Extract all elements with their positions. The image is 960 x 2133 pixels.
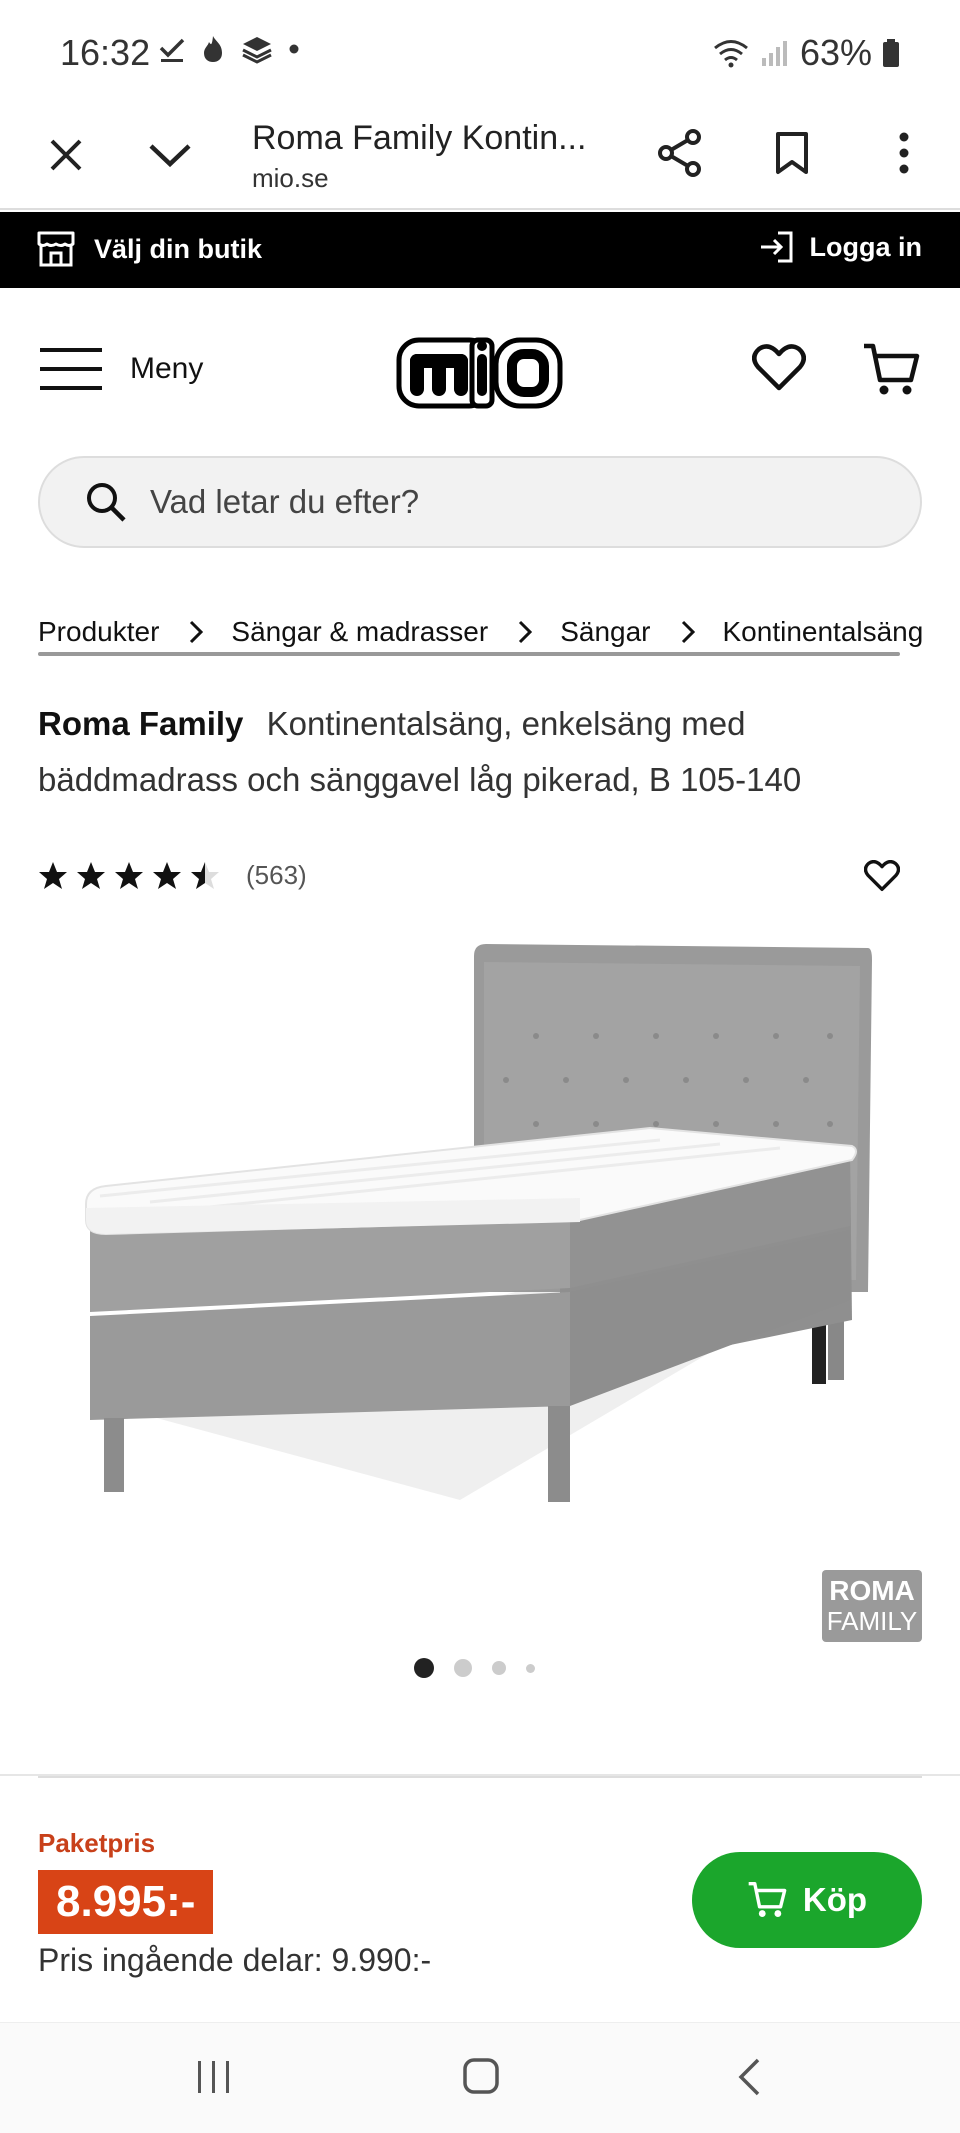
brand-badge: ROMA FAMILY xyxy=(822,1570,922,1642)
minimize-button[interactable] xyxy=(138,125,202,185)
close-tab-button[interactable] xyxy=(36,125,96,185)
chevron-down-icon xyxy=(149,144,191,168)
browser-toolbar: Roma Family Kontin... mio.se xyxy=(0,105,960,210)
carousel-dot[interactable] xyxy=(414,1658,434,1678)
status-bar: 16:32 63% xyxy=(0,0,960,105)
carousel-dot[interactable] xyxy=(526,1663,535,1673)
layers-icon xyxy=(242,37,272,64)
menu-label: Meny xyxy=(130,352,204,385)
breadcrumb-item-produkter[interactable]: Produkter xyxy=(38,616,159,648)
package-price: 8.995:- xyxy=(38,1870,214,1934)
choose-store-label: Välj din butik xyxy=(94,233,263,264)
android-navigation-bar xyxy=(0,2022,960,2133)
product-brand[interactable]: Roma Family xyxy=(38,705,243,742)
page-url[interactable]: mio.se xyxy=(252,163,329,194)
share-icon xyxy=(658,129,701,177)
login-icon xyxy=(760,231,793,263)
heart-icon xyxy=(752,344,806,391)
parts-price: Pris ingående delar: 9.990:- xyxy=(38,1942,432,1978)
product-title: Roma Family Kontinentalsäng, enkelsäng m… xyxy=(38,696,898,808)
choose-store-link[interactable]: Välj din butik xyxy=(36,230,262,268)
signal-icon xyxy=(761,41,787,66)
heart-icon xyxy=(863,859,901,891)
favorite-button[interactable] xyxy=(863,859,901,897)
star-icon xyxy=(77,861,105,889)
brand-badge-line1: ROMA xyxy=(829,1575,915,1606)
recent-apps-button[interactable] xyxy=(196,2059,232,2100)
breadcrumb-item-kontinentalsangar[interactable]: Kontinentalsängar xyxy=(723,616,923,648)
breadcrumb: Produkter Sängar & madrasser Sängar Kont… xyxy=(38,608,922,656)
home-button[interactable] xyxy=(462,2057,500,2100)
bookmark-button[interactable] xyxy=(762,123,822,183)
wishlist-button[interactable] xyxy=(752,344,806,397)
bed-illustration xyxy=(85,944,872,1502)
carousel-dot[interactable] xyxy=(492,1661,506,1675)
star-icon xyxy=(115,861,143,889)
breadcrumb-scrollbar[interactable] xyxy=(38,652,900,656)
login-label: Logga in xyxy=(809,231,922,262)
star-icon xyxy=(39,861,67,889)
mio-logo[interactable] xyxy=(396,332,564,417)
fire-icon xyxy=(204,36,222,62)
divider xyxy=(38,1776,922,1778)
close-icon xyxy=(50,139,82,171)
chevron-right-icon xyxy=(681,620,695,644)
back-icon xyxy=(738,2058,760,2096)
store-icon xyxy=(37,231,75,267)
status-time: 16:32 xyxy=(60,32,151,73)
search-input[interactable] xyxy=(150,483,850,521)
breadcrumb-item-sangar[interactable]: Sängar xyxy=(560,616,650,648)
status-right: 63% xyxy=(712,32,900,74)
dot-icon xyxy=(289,44,299,54)
rating-stars xyxy=(38,861,220,891)
more-vertical-icon xyxy=(899,132,909,174)
half-star-icon xyxy=(191,861,219,889)
bookmark-icon xyxy=(776,132,808,174)
buy-label: Köp xyxy=(802,1881,868,1918)
star-icon xyxy=(153,861,181,889)
home-icon xyxy=(463,2058,499,2094)
recent-apps-icon xyxy=(198,2061,229,2093)
chevron-right-icon xyxy=(518,620,533,644)
chevron-right-icon xyxy=(189,620,204,644)
store-bar: Välj din butik Logga in xyxy=(0,212,960,288)
breadcrumb-item-sangar-madrasser[interactable]: Sängar & madrasser xyxy=(231,616,488,648)
check-icon xyxy=(159,38,185,62)
site-header: Meny xyxy=(0,288,960,458)
cart-button[interactable] xyxy=(862,342,920,403)
menu-button[interactable]: Meny xyxy=(40,346,203,392)
more-options-button[interactable] xyxy=(874,123,934,183)
battery-level: 63% xyxy=(799,32,872,73)
carousel-dot[interactable] xyxy=(454,1659,472,1677)
search-icon xyxy=(87,483,126,522)
package-price-label: Paketpris xyxy=(38,1828,156,1858)
share-button[interactable] xyxy=(650,123,710,183)
search-bar[interactable] xyxy=(38,456,922,548)
purchase-panel: Paketpris 8.995:- Pris ingående delar: 9… xyxy=(0,1774,960,2020)
image-carousel-dots xyxy=(414,1658,535,1678)
product-rating[interactable]: (563) xyxy=(38,860,307,891)
cart-icon xyxy=(864,343,920,395)
status-notification-icons xyxy=(158,34,300,64)
battery-icon xyxy=(883,39,899,67)
back-button[interactable] xyxy=(736,2057,762,2102)
rating-count: (563) xyxy=(246,860,307,890)
product-image[interactable] xyxy=(60,940,900,1560)
page-title: Roma Family Kontin... xyxy=(252,119,587,157)
cart-icon xyxy=(748,1882,787,1917)
hamburger-icon xyxy=(40,348,102,390)
wifi-icon xyxy=(713,40,748,68)
login-link[interactable]: Logga in xyxy=(758,230,922,264)
mio-logo-mark xyxy=(396,337,563,409)
brand-badge-line2: FAMILY xyxy=(826,1606,918,1636)
buy-button[interactable]: Köp xyxy=(692,1852,922,1948)
